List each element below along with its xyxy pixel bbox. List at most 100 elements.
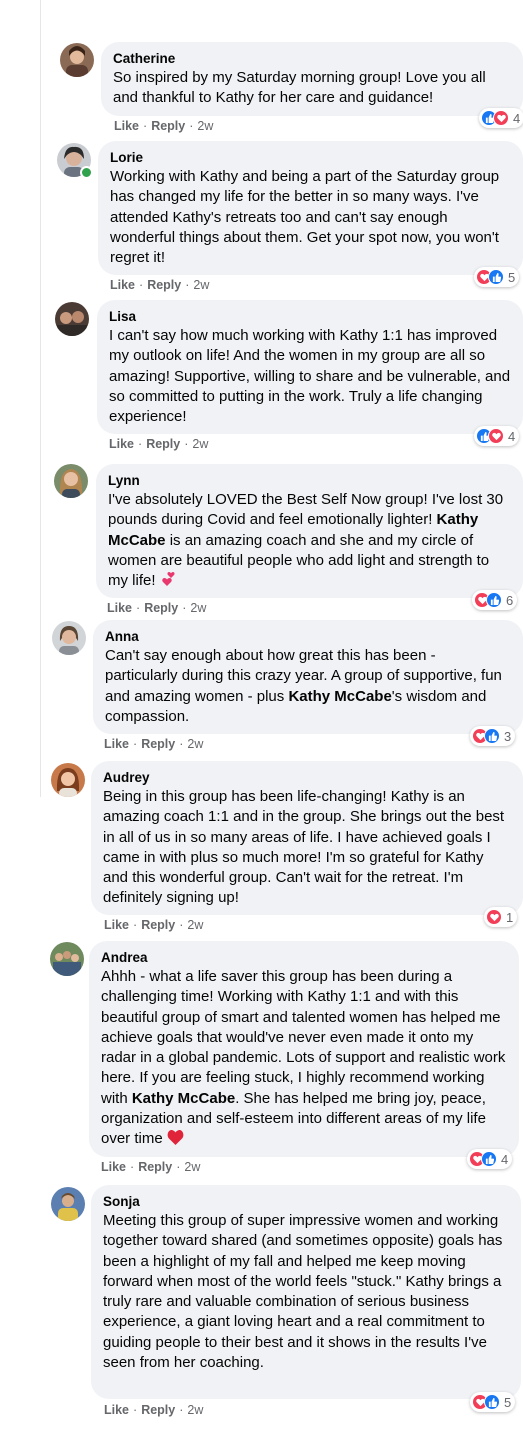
like-button[interactable]: Like — [104, 1403, 129, 1417]
avatar[interactable] — [55, 302, 89, 336]
reply-button[interactable]: Reply — [141, 918, 175, 932]
comment-author[interactable]: Andrea — [101, 949, 507, 967]
reaction-summary[interactable]: 4 — [474, 426, 520, 446]
separator: · — [179, 1403, 184, 1417]
mention-kathy-mccabe[interactable]: Kathy McCabe — [132, 1090, 235, 1107]
comment-bubble: Sonja Meeting this group of super impres… — [91, 1185, 521, 1399]
like-icon — [481, 1151, 497, 1167]
avatar[interactable] — [52, 621, 86, 655]
love-icon — [486, 909, 502, 925]
reaction-count: 4 — [501, 1151, 509, 1167]
reaction-count: 5 — [504, 1394, 512, 1410]
separator: · — [143, 119, 148, 133]
like-icon — [488, 269, 504, 285]
reply-button[interactable]: Reply — [147, 278, 181, 292]
timestamp[interactable]: 2w — [193, 278, 209, 292]
comment-actions: Like · Reply · 2w — [104, 1403, 203, 1417]
reaction-summary[interactable]: 6 — [472, 590, 518, 610]
comment-actions: Like · Reply · 2w — [101, 1160, 200, 1174]
comment-text: Ahhh - what a life saver this group has … — [101, 967, 507, 1152]
love-icon — [488, 428, 504, 444]
separator: · — [133, 1403, 138, 1417]
like-button[interactable]: Like — [104, 918, 129, 932]
like-icon — [484, 1394, 500, 1410]
comment-author[interactable]: Sonja — [103, 1193, 509, 1211]
comment-text: Can't say enough about how great this ha… — [105, 646, 511, 727]
comment-actions: Like · Reply · 2w — [110, 278, 209, 292]
red-heart-emoji — [167, 1130, 184, 1151]
timestamp[interactable]: 2w — [187, 918, 203, 932]
like-button[interactable]: Like — [107, 601, 132, 615]
avatar[interactable] — [54, 464, 88, 498]
reaction-summary[interactable]: 4 — [479, 108, 523, 128]
separator: · — [179, 737, 184, 751]
reaction-summary[interactable]: 5 — [474, 267, 520, 287]
timestamp[interactable]: 2w — [187, 1403, 203, 1417]
like-icon — [486, 592, 502, 608]
separator: · — [138, 437, 143, 451]
reaction-count: 4 — [508, 428, 516, 444]
comment-bubble: Lorie Working with Kathy and being a par… — [98, 141, 523, 275]
comment-actions: Like · Reply · 2w — [104, 737, 203, 751]
separator: · — [176, 1160, 181, 1174]
avatar[interactable] — [60, 43, 94, 77]
comment-bubble: Lisa I can't say how much working with K… — [97, 300, 523, 434]
reaction-summary[interactable]: 4 — [467, 1149, 513, 1169]
comment-author[interactable]: Catherine — [113, 50, 511, 68]
comment-actions: Like · Reply · 2w — [104, 918, 203, 932]
comment-text: Being in this group has been life-changi… — [103, 788, 505, 907]
love-icon — [493, 110, 509, 126]
comment-author[interactable]: Lorie — [110, 149, 511, 167]
reaction-summary[interactable]: 3 — [470, 726, 516, 746]
timestamp[interactable]: 2w — [197, 119, 213, 133]
like-button[interactable]: Like — [114, 119, 139, 133]
separator: · — [133, 737, 138, 751]
like-button[interactable]: Like — [104, 737, 129, 751]
timestamp[interactable]: 2w — [192, 437, 208, 451]
avatar[interactable] — [51, 1187, 85, 1221]
separator: · — [130, 1160, 135, 1174]
reaction-summary[interactable]: 1 — [484, 907, 518, 927]
reaction-summary[interactable]: 5 — [470, 1392, 516, 1412]
comment-bubble: Andrea Ahhh - what a life saver this gro… — [89, 941, 519, 1157]
separator: · — [189, 119, 194, 133]
comment-actions: Like · Reply · 2w — [107, 601, 206, 615]
reply-button[interactable]: Reply — [146, 437, 180, 451]
comment-author[interactable]: Anna — [105, 628, 511, 646]
avatar[interactable] — [51, 763, 85, 797]
comment-text: So inspired by my Saturday morning group… — [113, 69, 486, 107]
like-icon — [484, 728, 500, 744]
separator: · — [184, 437, 189, 451]
panel-divider — [0, 0, 41, 797]
reply-button[interactable]: Reply — [141, 737, 175, 751]
reply-button[interactable]: Reply — [138, 1160, 172, 1174]
timestamp[interactable]: 2w — [190, 601, 206, 615]
reply-button[interactable]: Reply — [141, 1403, 175, 1417]
separator: · — [179, 918, 184, 932]
separator: · — [182, 601, 187, 615]
reply-button[interactable]: Reply — [151, 119, 185, 133]
comment-actions: Like · Reply · 2w — [114, 119, 213, 133]
reaction-count: 6 — [506, 592, 514, 608]
separator: · — [136, 601, 141, 615]
reaction-count: 5 — [508, 269, 516, 285]
timestamp[interactable]: 2w — [187, 737, 203, 751]
comment-author[interactable]: Audrey — [103, 769, 511, 787]
two-hearts-emoji — [160, 571, 178, 593]
mention-kathy-mccabe[interactable]: Kathy McCabe — [288, 688, 391, 705]
like-button[interactable]: Like — [110, 278, 135, 292]
avatar[interactable] — [50, 942, 84, 976]
separator: · — [185, 278, 190, 292]
comment-bubble: Audrey Being in this group has been life… — [91, 761, 523, 915]
like-button[interactable]: Like — [109, 437, 134, 451]
reply-button[interactable]: Reply — [144, 601, 178, 615]
comment-text: I've absolutely LOVED the Best Self Now … — [108, 490, 511, 593]
reaction-count: 4 — [513, 110, 521, 126]
online-status-indicator — [80, 166, 93, 179]
reaction-count: 3 — [504, 728, 512, 744]
comment-author[interactable]: Lisa — [109, 308, 511, 326]
comment-author[interactable]: Lynn — [108, 472, 511, 490]
like-button[interactable]: Like — [101, 1160, 126, 1174]
separator: · — [133, 918, 138, 932]
timestamp[interactable]: 2w — [184, 1160, 200, 1174]
